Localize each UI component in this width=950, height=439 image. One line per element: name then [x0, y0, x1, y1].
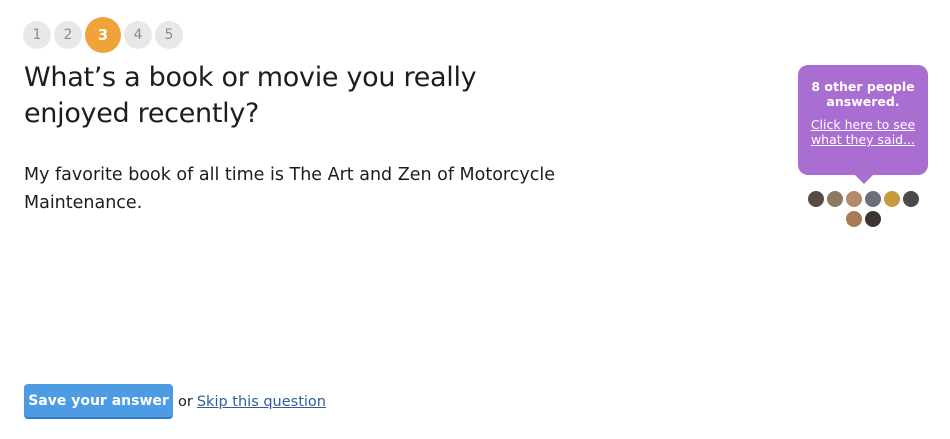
step-1[interactable]: 1 [23, 21, 51, 49]
other-answers-count: 8 other people answered. [811, 79, 915, 109]
question-progress-steps: 1 2 3 4 5 [23, 17, 186, 53]
step-3-current[interactable]: 3 [85, 17, 121, 53]
avatar[interactable] [845, 191, 862, 207]
answer-text: My favorite book of all time is The Art … [24, 165, 555, 213]
answer-actions: Save your answer or Skip this question [24, 384, 326, 419]
avatar[interactable] [826, 191, 843, 207]
step-5[interactable]: 5 [155, 21, 183, 49]
question-title: What’s a book or movie you really enjoye… [24, 62, 477, 129]
step-4[interactable]: 4 [124, 21, 152, 49]
avatar[interactable] [902, 191, 919, 207]
see-other-answers-link[interactable]: Click here to see what they said... [798, 117, 928, 147]
skip-question-link[interactable]: Skip this question [197, 394, 326, 410]
avatar[interactable] [864, 191, 881, 207]
avatar[interactable] [864, 211, 881, 227]
step-2[interactable]: 2 [54, 21, 82, 49]
avatar[interactable] [883, 191, 900, 207]
bubble-tail [855, 175, 873, 184]
other-answers-bubble: 8 other people answered. Click here to s… [798, 65, 928, 184]
save-answer-button[interactable]: Save your answer [24, 384, 173, 419]
or-separator: or [178, 393, 193, 410]
avatar[interactable] [845, 211, 862, 227]
avatar[interactable] [807, 191, 824, 207]
other-answerers-avatars [803, 191, 923, 227]
